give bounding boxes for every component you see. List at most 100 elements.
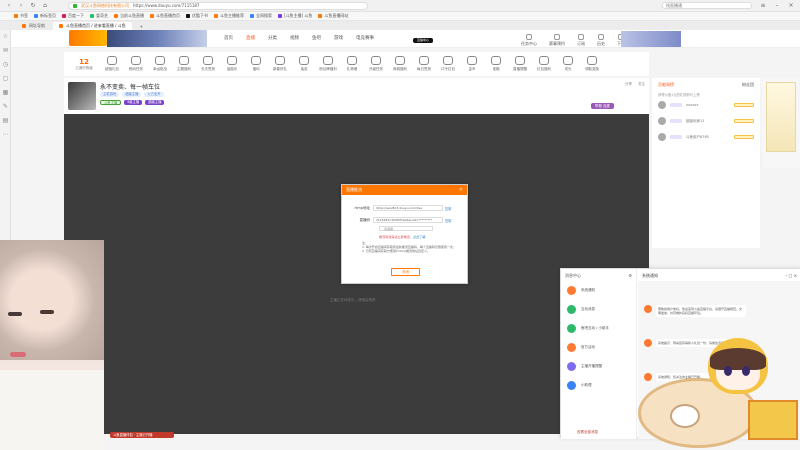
mail-icon[interactable]: ✉ — [0, 44, 11, 58]
tab-fan-club[interactable]: 粉丝团 — [742, 82, 754, 88]
streamer-avatar[interactable] — [68, 82, 96, 110]
toolbar-item[interactable]: 宝箱 — [484, 56, 508, 72]
toolbar-item[interactable]: 新春好礼 — [268, 56, 292, 72]
bookmark-item[interactable]: 当前斗鱼直播 — [114, 13, 144, 19]
message-category-item[interactable]: 系统通知 — [561, 281, 636, 300]
share-button[interactable]: 分享 — [625, 82, 632, 87]
toolbar-item[interactable]: 成长 — [556, 56, 580, 72]
bookmark-item[interactable]: 斗鱼直播首页 — [150, 13, 180, 19]
header-action-item[interactable]: 历史 — [597, 34, 605, 47]
user-avatar-banner[interactable] — [621, 31, 681, 47]
toolbar-item[interactable]: 直播提醒 — [508, 56, 532, 72]
toolbar-item[interactable]: 超值礼包 — [100, 56, 124, 72]
tab-nav[interactable]: 网址导航 — [16, 22, 51, 30]
toolbar-item[interactable]: 畅玩任务 — [124, 56, 148, 72]
close-window-icon[interactable]: × — [788, 2, 794, 9]
bookmark-item[interactable]: [斗鱼主播] 斗鱼 — [278, 13, 312, 19]
rank-row[interactable]: xxxxxx — [652, 97, 760, 113]
home-icon[interactable]: ⌂ — [42, 2, 48, 9]
header-action-item[interactable]: 任务中心 — [521, 34, 537, 47]
bookmark-item[interactable]: 新标签页 — [34, 13, 56, 19]
tab-weekly-rank[interactable]: 贡献周榜 — [658, 82, 674, 88]
toolbar-item[interactable]: 商城福利 — [388, 56, 412, 72]
toolbar-icon — [539, 56, 549, 65]
new-tab-button[interactable]: + — [134, 22, 149, 30]
toolbar-item[interactable]: 领取奖励 — [580, 56, 604, 72]
back-icon[interactable]: ‹ — [6, 2, 12, 9]
bookmark-item[interactable]: 爱奇艺 — [90, 13, 108, 19]
tools-icon[interactable]: ✎ — [0, 100, 11, 114]
key-field[interactable]: 7115187rr0t45H?wsSecret=********* — [373, 217, 443, 223]
rank-row[interactable]: 斗鱼用户8765 — [652, 129, 760, 145]
ad-card[interactable] — [766, 82, 796, 152]
address-bar[interactable]: 武汉斗鱼网络科技有限公司 https://www.douyu.com/71151… — [68, 1, 368, 10]
live-center-button[interactable]: 直播中心 — [413, 38, 433, 43]
clock-icon[interactable]: ◷ — [0, 58, 11, 72]
minimize-icon[interactable]: – — [774, 2, 780, 9]
toolbar-item[interactable]: 福利 — [244, 56, 268, 72]
douyu-logo[interactable] — [69, 30, 107, 46]
toolbar-item[interactable]: 金币 — [460, 56, 484, 72]
header-action-item[interactable]: 赛事预约 — [549, 34, 565, 47]
bookmark-item[interactable]: 全网搜索 — [250, 13, 272, 19]
message-category-item[interactable]: 小助理 — [561, 376, 636, 395]
level-indicator[interactable]: 12 占满的等级 — [68, 58, 100, 71]
toolbar-item[interactable]: 每日签到 — [412, 56, 436, 72]
star-icon[interactable]: ☆ — [0, 30, 11, 44]
follow-button[interactable]: 关注 — [638, 82, 645, 87]
nav-item[interactable]: 游戏 — [334, 35, 343, 41]
tab-douyu[interactable]: 斗鱼直播首页 / 进来看直播 / 斗鱼 — [53, 22, 132, 30]
view-all-messages-link[interactable]: 查看全部消息 — [577, 430, 598, 435]
toolbar-item[interactable]: 主题福利 — [172, 56, 196, 72]
window-controls-icon[interactable]: – ▢ × — [785, 273, 797, 278]
rank-row[interactable]: 超级玩家11 — [652, 113, 760, 129]
nav-item[interactable]: 首页 — [224, 35, 233, 41]
nav-item[interactable]: 视频 — [290, 35, 299, 41]
report-button[interactable]: 举报 连麦 — [590, 103, 614, 109]
server-select[interactable]: - 请选择 - — [379, 226, 433, 231]
learn-more-link[interactable]: 点此了解 — [413, 235, 425, 239]
tag-1[interactable]: 超级主播 — [122, 92, 142, 97]
close-icon[interactable]: × — [459, 185, 463, 195]
forward-icon[interactable]: › — [18, 2, 24, 9]
toolbar-item[interactable]: 升级任务 — [364, 56, 388, 72]
close-modal-button[interactable]: 关闭 — [391, 268, 420, 276]
book-icon[interactable]: ▤ — [0, 114, 11, 128]
nav-item[interactable]: 分类 — [268, 35, 277, 41]
bookmark-item[interactable]: 优酷下书 — [186, 13, 208, 19]
toolbar-item[interactable]: 抽奖 — [292, 56, 316, 72]
toolbar-item[interactable]: 天天签到 — [196, 56, 220, 72]
bottom-status-tag[interactable]: 斗鱼直播伴侣 · 主播已开播 — [110, 432, 174, 438]
tag-2[interactable]: 火力全开 — [144, 92, 164, 97]
message-category-item[interactable]: 官方活动 — [561, 338, 636, 357]
nav-item[interactable]: 电竞赛事 — [356, 35, 374, 41]
nav-item[interactable]: 鱼吧 — [312, 35, 321, 41]
rtmp-field[interactable]: rtmp://sendtc3.douyu.com/live — [373, 205, 443, 211]
bookmark-item[interactable]: 斗鱼直播网站 — [318, 13, 348, 19]
grid-icon[interactable]: ▦ — [0, 86, 11, 100]
menu-icon[interactable]: ≡ — [760, 2, 766, 9]
message-category-item[interactable]: 互动消息 — [561, 300, 636, 319]
message-category-item[interactable]: 主播开播提醒 — [561, 357, 636, 376]
toolbar-item[interactable]: 口令红包 — [436, 56, 460, 72]
toolbar-item[interactable]: 幸运挑战 — [148, 56, 172, 72]
message-category-item[interactable]: 鱼吧互动 / 小助手 — [561, 319, 636, 338]
header-banner[interactable] — [107, 30, 207, 47]
bookmark-item[interactable]: 斗鱼主播推荐 — [214, 13, 244, 19]
toolbar-item[interactable]: 红包福利 — [532, 56, 556, 72]
copy-key-button[interactable]: 复制 — [445, 218, 451, 223]
refresh-icon[interactable]: ↻ — [30, 2, 36, 9]
toolbar-item[interactable]: 抽抽乐 — [220, 56, 244, 72]
header-action-item[interactable]: 订阅 — [577, 34, 585, 47]
toolbar-item[interactable]: 粉丝牌福利 — [316, 56, 340, 72]
toolbar-item[interactable]: 礼物墙 — [340, 56, 364, 72]
bookmark-item[interactable]: 百度一下 — [62, 13, 84, 19]
category-tag[interactable]: 主机游戏 — [100, 92, 120, 97]
box-icon[interactable]: ▢ — [0, 72, 11, 86]
settings-icon[interactable]: ⚙ — [628, 273, 632, 278]
nav-item[interactable]: 直播 — [246, 35, 255, 41]
bookmark-item[interactable]: 书签 — [14, 13, 28, 19]
copy-rtmp-button[interactable]: 复制 — [445, 206, 451, 211]
browser-search-input[interactable]: 找直播通 — [662, 2, 752, 9]
more-icon[interactable]: ⋯ — [0, 128, 11, 142]
